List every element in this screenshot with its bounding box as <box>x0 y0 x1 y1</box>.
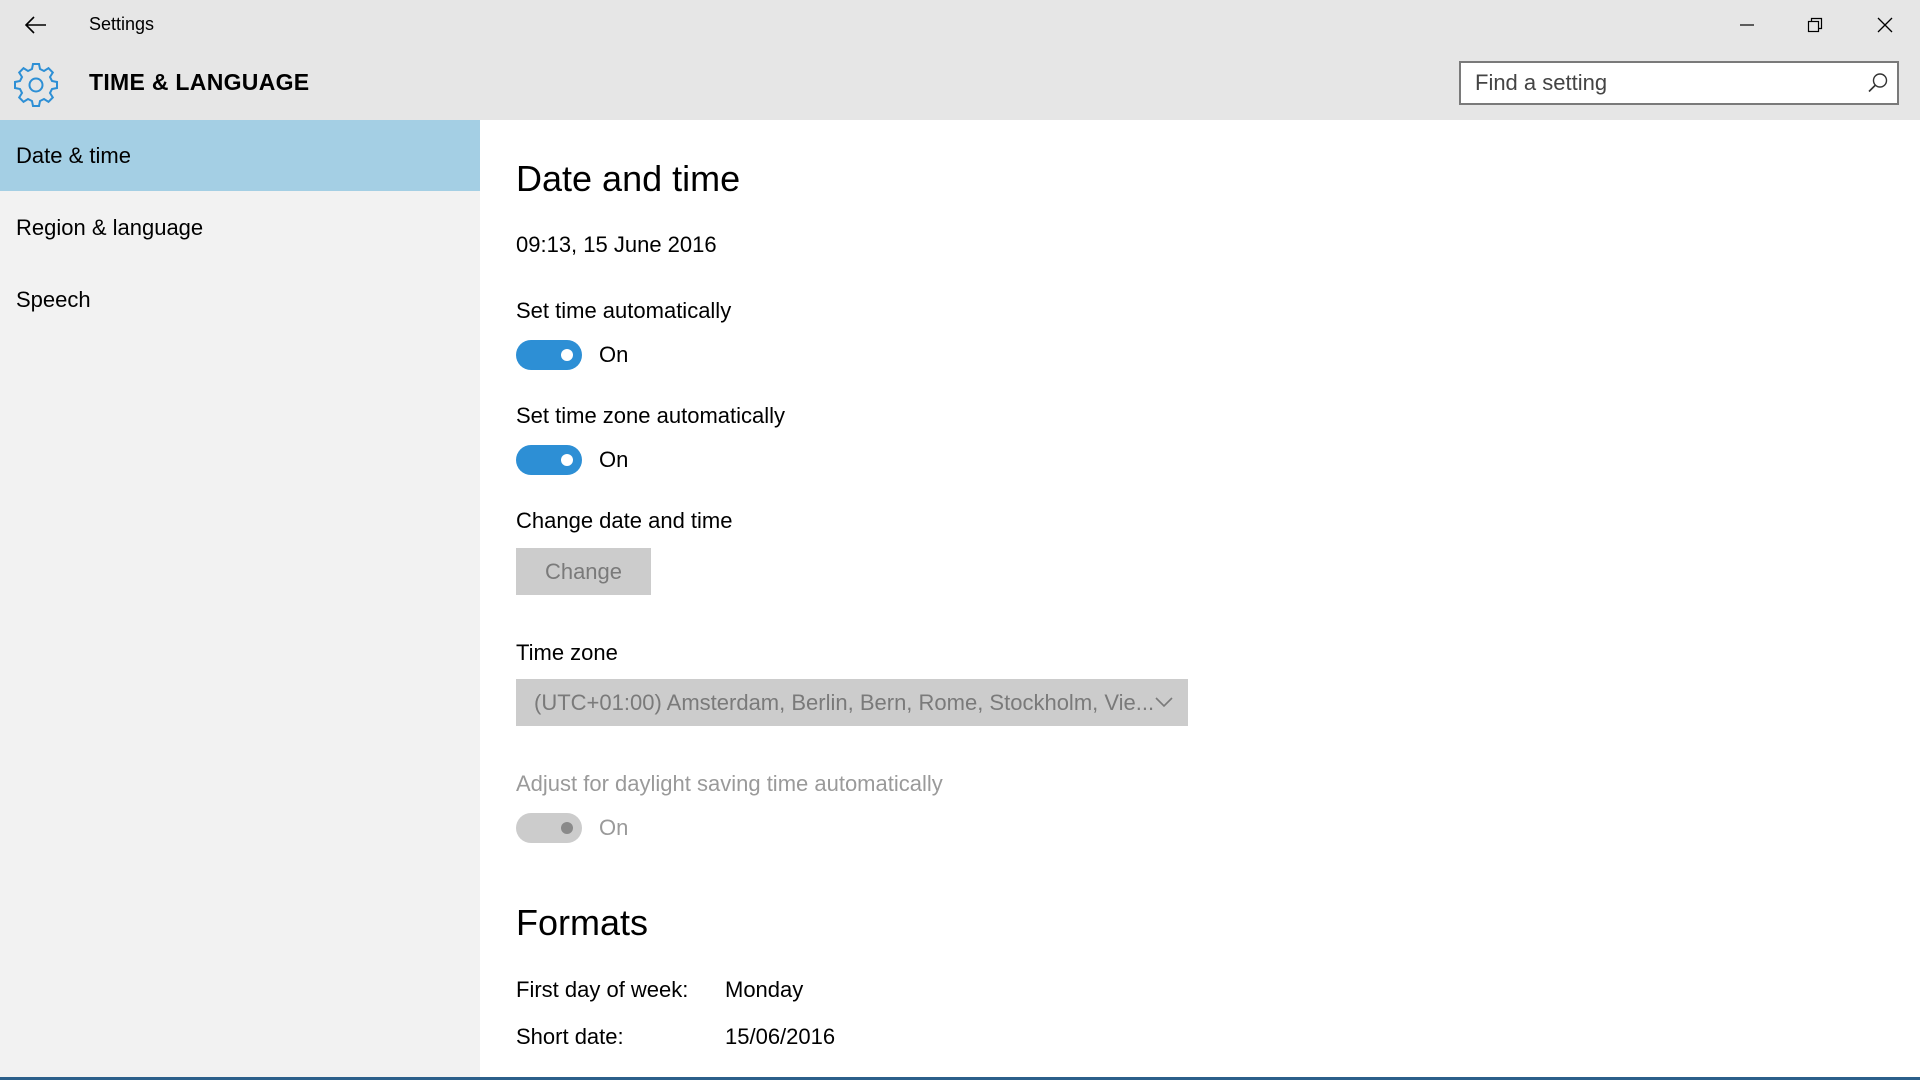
time-zone-value: (UTC+01:00) Amsterdam, Berlin, Bern, Rom… <box>534 689 1155 715</box>
first-day-label: First day of week: <box>516 977 689 1002</box>
search-icon[interactable] <box>1867 72 1889 94</box>
restore-button[interactable] <box>1781 0 1849 50</box>
set-tz-auto-label: Set time zone automatically <box>516 403 786 428</box>
main-content: Date and time 09:13, 15 June 2016 Set ti… <box>480 120 1920 1080</box>
gear-icon <box>14 63 58 107</box>
close-button[interactable] <box>1851 0 1919 50</box>
sidebar-item-speech[interactable]: Speech <box>0 264 480 335</box>
dst-toggle[interactable] <box>516 813 582 843</box>
short-date-value: 15/06/2016 <box>725 1024 836 1049</box>
set-time-auto-toggle[interactable] <box>516 340 582 370</box>
sidebar-item-label: Region & language <box>16 214 204 240</box>
window-title: Settings <box>89 14 155 34</box>
sidebar: Date & time Region & language Speech <box>0 120 480 1080</box>
sidebar-item-region-language[interactable]: Region & language <box>0 192 480 263</box>
back-arrow-icon <box>25 16 46 34</box>
time-zone-label: Time zone <box>516 640 618 665</box>
sidebar-item-label: Speech <box>16 286 91 312</box>
short-date-label: Short date: <box>516 1024 624 1049</box>
set-tz-auto-toggle[interactable] <box>516 445 582 475</box>
formats-heading: Formats <box>516 902 649 943</box>
sidebar-item-date-time[interactable]: Date & time <box>0 120 480 191</box>
back-button[interactable] <box>14 5 58 45</box>
search-input[interactable] <box>1475 63 1855 103</box>
close-icon <box>1877 17 1893 33</box>
restore-icon <box>1807 17 1823 33</box>
section-title: TIME & LANGUAGE <box>89 69 310 95</box>
current-datetime: 09:13, 15 June 2016 <box>516 232 717 257</box>
first-day-value: Monday <box>725 977 804 1002</box>
time-zone-dropdown[interactable]: (UTC+01:00) Amsterdam, Berlin, Bern, Rom… <box>516 679 1188 726</box>
minimize-icon <box>1740 24 1754 26</box>
dst-label: Adjust for daylight saving time automati… <box>516 771 943 796</box>
title-bar: Settings <box>0 0 1920 50</box>
set-time-auto-state: On <box>599 342 629 367</box>
toggle-knob <box>561 822 573 834</box>
change-button[interactable]: Change <box>516 548 651 595</box>
page-title: Date and time <box>516 158 741 199</box>
search-box[interactable] <box>1459 61 1899 105</box>
set-time-auto-label: Set time automatically <box>516 298 732 323</box>
chevron-down-icon <box>1155 697 1173 708</box>
set-tz-auto-state: On <box>599 447 629 472</box>
toggle-knob <box>561 349 573 361</box>
minimize-button[interactable] <box>1713 0 1781 50</box>
dst-state: On <box>599 815 629 840</box>
sidebar-item-label: Date & time <box>16 142 131 168</box>
change-date-time-label: Change date and time <box>516 508 733 533</box>
toggle-knob <box>561 454 573 466</box>
